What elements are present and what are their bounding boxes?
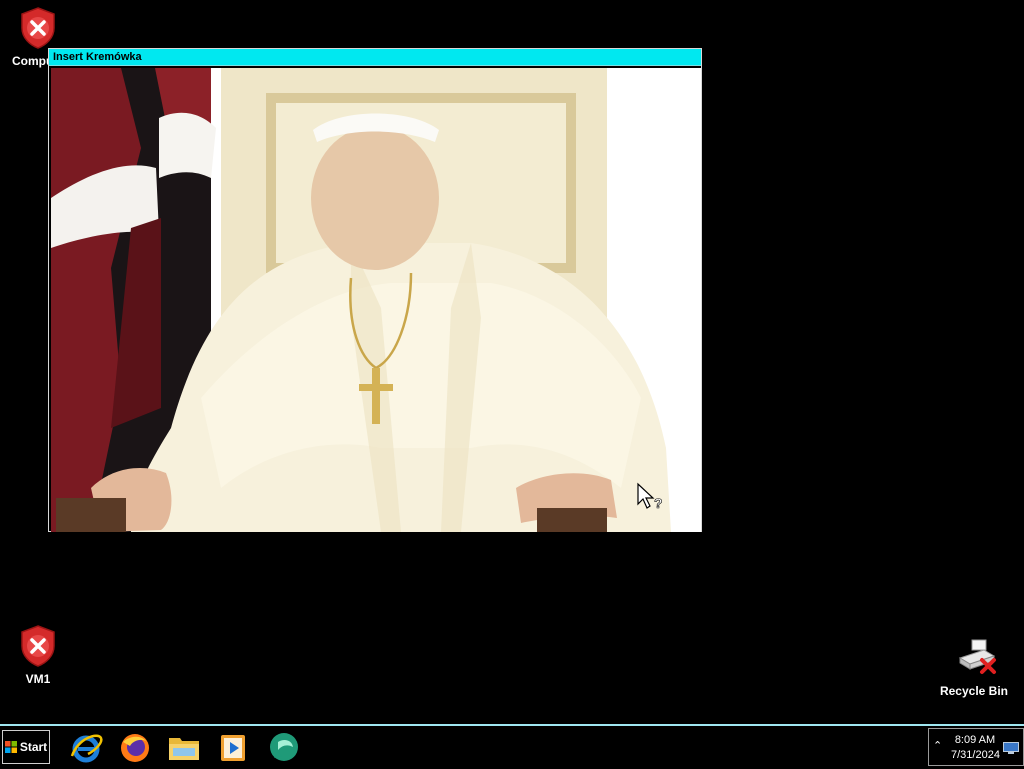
window-title[interactable]: Insert Kremówka	[49, 49, 701, 66]
show-hidden-icons-chevron-icon[interactable]: ⌃	[933, 739, 942, 752]
system-tray: ⌃ 8:09 AM 7/31/2024	[928, 728, 1024, 766]
windows-logo-icon	[4, 741, 17, 753]
shield-x-icon	[18, 6, 58, 50]
file-explorer-icon[interactable]	[166, 730, 202, 766]
window-photo	[51, 68, 701, 532]
desktop-icon-label: VM1	[25, 672, 51, 686]
media-player-icon[interactable]	[215, 730, 251, 766]
help-cursor-icon: ?	[636, 482, 670, 519]
clock-date: 7/31/2024	[951, 749, 1000, 761]
taskbar: Start ⌃ 8:09 AM 7/31/2024	[0, 724, 1024, 768]
desktop-icon-vm1[interactable]: VM1	[0, 624, 76, 686]
desktop-icon-recycle-bin[interactable]: Recycle Bin	[936, 636, 1012, 698]
clock[interactable]: 8:09 AM 7/31/2024	[951, 733, 1000, 763]
svg-text:?: ?	[654, 495, 663, 511]
shield-x-icon	[18, 624, 58, 668]
desktop-icon-label: Recycle Bin	[939, 684, 1009, 698]
recycle-bin-x-icon	[954, 636, 996, 680]
chat-app-icon[interactable]	[266, 730, 302, 766]
start-label: Start	[19, 740, 48, 754]
firefox-icon[interactable]	[117, 730, 153, 766]
internet-explorer-icon[interactable]	[68, 730, 104, 766]
clock-time: 8:09 AM	[954, 734, 996, 746]
start-button[interactable]: Start	[2, 730, 50, 764]
show-desktop-monitor-icon[interactable]	[1003, 742, 1019, 757]
insert-window[interactable]: Insert Kremówka	[48, 48, 702, 532]
